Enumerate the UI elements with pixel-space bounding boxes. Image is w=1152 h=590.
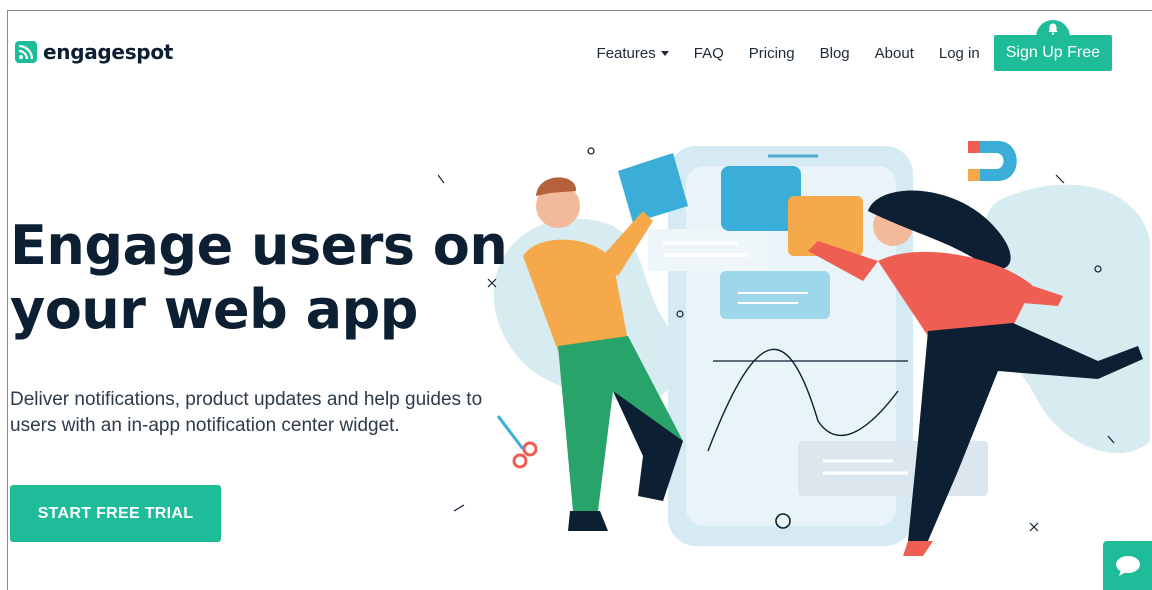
nav-item-features[interactable]: Features	[597, 45, 669, 62]
nav-item-label: Features	[596, 44, 656, 62]
hero-title: Engage users on your web app	[10, 214, 530, 342]
nav-item-about[interactable]: About	[875, 45, 914, 62]
main-nav: Features FAQ Pricing Blog About Log in S…	[572, 20, 1112, 71]
cta-label: START FREE TRIAL	[37, 504, 194, 522]
chat-widget-button[interactable]	[1103, 541, 1152, 590]
chevron-down-icon	[660, 50, 669, 56]
nav-item-label: Blog	[819, 44, 850, 62]
nav-item-faq[interactable]: FAQ	[694, 45, 724, 62]
brand-name: engagespot	[43, 40, 174, 64]
nav-item-label: Pricing	[748, 44, 795, 62]
hero-subtitle: Deliver notifications, product updates a…	[10, 389, 483, 436]
nav-item-label: About	[874, 44, 914, 62]
hero-title-line1: Engage users on	[10, 214, 508, 277]
hero-illustration	[438, 141, 1150, 556]
rss-icon	[15, 41, 37, 63]
hero-title-line2: your web app	[10, 278, 418, 341]
chat-bubble-icon	[1116, 556, 1140, 576]
page-frame: engagespot Features FAQ Pricing Blog Abo…	[7, 10, 1152, 590]
nav-item-login[interactable]: Log in	[939, 45, 980, 62]
nav-item-label: FAQ	[693, 44, 724, 62]
signup-label: Sign Up Free	[1005, 44, 1100, 61]
nav-item-label: Log in	[938, 44, 980, 62]
signup-button[interactable]: Sign Up Free	[993, 20, 1112, 71]
nav-item-blog[interactable]: Blog	[820, 45, 850, 62]
nav-item-pricing[interactable]: Pricing	[749, 45, 795, 62]
start-free-trial-button[interactable]: START FREE TRIAL	[10, 485, 221, 542]
bell-icon	[1035, 20, 1070, 40]
brand-logo[interactable]: engagespot	[15, 40, 173, 64]
